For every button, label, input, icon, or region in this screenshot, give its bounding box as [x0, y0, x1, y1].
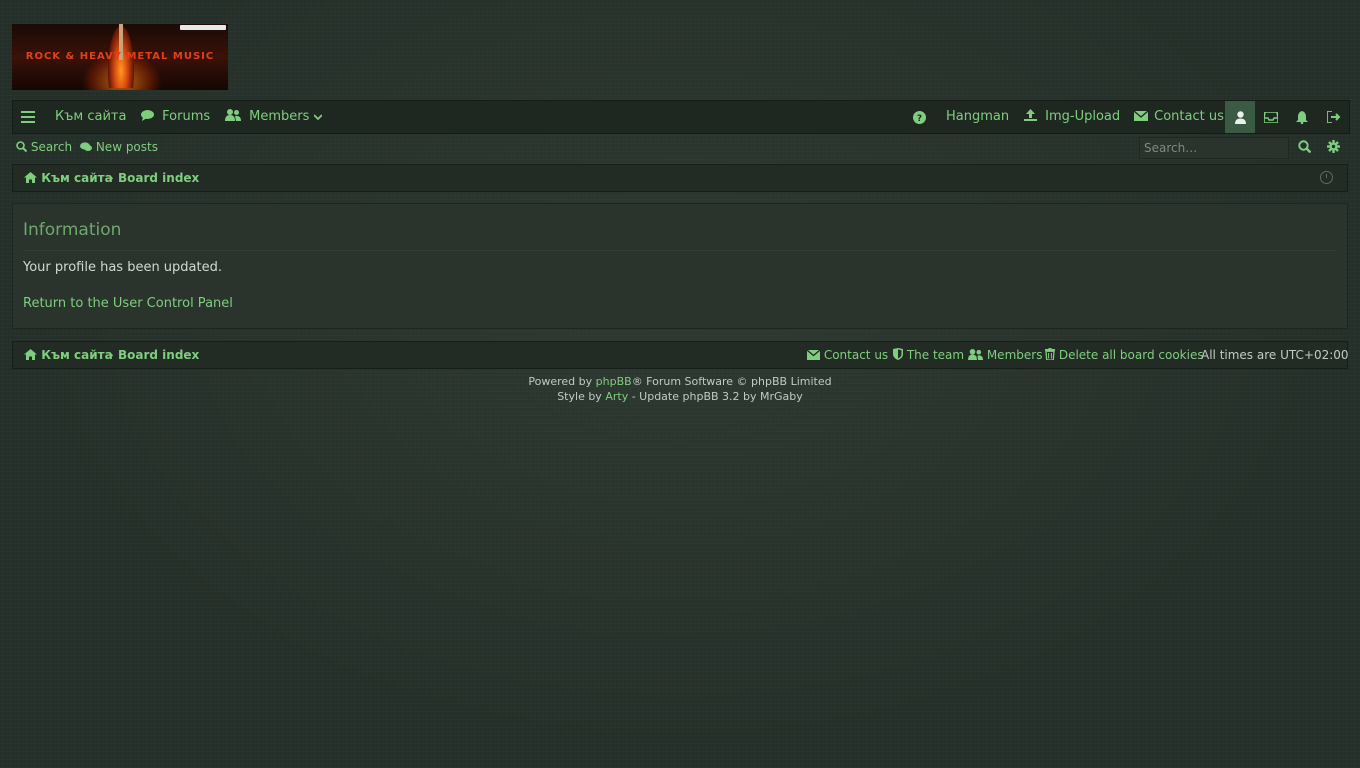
breadcrumb: Към сайта › Board index — [12, 164, 1348, 192]
envelope-icon — [806, 348, 824, 362]
forum-software-text: ® Forum Software © phpBB Limited — [631, 375, 832, 388]
copyright-line-1: Powered by phpBB® Forum Software © phpBB… — [0, 374, 1360, 389]
return-ucp-link[interactable]: Return to the User Control Panel — [23, 296, 233, 311]
delete-cookies-label: Delete all board cookies — [1058, 348, 1204, 362]
information-title: Information — [23, 220, 122, 240]
nav-forums-label: Forums — [162, 109, 211, 124]
nav-img-upload-label: Img-Upload — [1045, 109, 1121, 124]
new-posts-label: New posts — [95, 140, 158, 154]
users-icon — [225, 109, 245, 124]
chevron-down-icon — [312, 109, 323, 124]
nav-site-link[interactable]: Към сайта — [55, 101, 126, 133]
arty-link[interactable]: Arty — [605, 390, 628, 403]
trash-icon — [1045, 348, 1059, 362]
help-icon[interactable]: ? — [904, 101, 934, 133]
nav-hangman-label: Hangman — [946, 109, 1010, 124]
search-icon — [1297, 140, 1311, 154]
logout-icon[interactable] — [1319, 101, 1349, 133]
nav-contact-label: Contact us — [1154, 109, 1224, 124]
footer-breadcrumb-home[interactable]: Към сайта — [24, 342, 113, 368]
clock-icon — [1320, 171, 1333, 184]
footer-contact-label: Contact us — [823, 348, 889, 362]
hamburger-icon[interactable] — [13, 101, 43, 133]
new-posts-link[interactable]: New posts — [80, 135, 158, 160]
nav-forums[interactable]: Forums — [141, 101, 210, 133]
timezone-value: UTC+02:00 — [1280, 348, 1349, 362]
footer-navbar: Към сайта › Board index Contact us The t… — [12, 341, 1349, 369]
footer-team-label: The team — [906, 348, 965, 362]
nav-hangman[interactable]: Hangman — [946, 101, 1009, 133]
advanced-search-button[interactable] — [1326, 135, 1340, 160]
svg-text:?: ? — [916, 114, 921, 124]
comments-icon — [80, 140, 96, 154]
comment-icon — [141, 109, 158, 124]
envelope-icon — [1133, 109, 1152, 124]
nav-members-label: Members — [249, 109, 310, 124]
search-button[interactable] — [1297, 135, 1311, 160]
phpbb-link[interactable]: phpBB — [596, 375, 632, 388]
logo-text: ROCK & HEAVY METAL MUSIC — [25, 51, 215, 62]
users-icon — [968, 348, 987, 362]
timezone-info: All times are UTC+02:00 — [1201, 342, 1349, 368]
footer-members-label: Members — [986, 348, 1043, 362]
nav-members[interactable]: Members — [225, 101, 323, 133]
footer-breadcrumb-home-label: Към сайта — [41, 348, 113, 362]
nav-img-upload[interactable]: Img-Upload — [1024, 101, 1120, 133]
nav-contact[interactable]: Contact us — [1133, 101, 1224, 133]
information-panel: Information Your profile has been update… — [12, 203, 1348, 329]
delete-cookies-link[interactable]: Delete all board cookies — [1045, 342, 1204, 368]
info-message: Your profile has been updated. — [23, 260, 222, 275]
search-link[interactable]: Search — [16, 135, 72, 160]
breadcrumb-board-index[interactable]: Board index — [118, 165, 199, 191]
upload-icon — [1024, 109, 1041, 124]
gear-icon — [1326, 140, 1340, 153]
breadcrumb-home[interactable]: Към сайта — [24, 165, 113, 191]
main-navbar: Към сайта Forums Members ? Hangman Img-U… — [12, 100, 1350, 134]
site-logo[interactable]: ROCK & HEAVY METAL MUSIC — [12, 24, 228, 90]
footer-contact-link[interactable]: Contact us — [806, 342, 889, 368]
update-text: - Update phpBB 3.2 by MrGaby — [631, 390, 803, 403]
user-icon[interactable] — [1225, 101, 1255, 133]
breadcrumb-home-label: Към сайта — [41, 171, 113, 185]
logo-badge — [180, 25, 226, 30]
powered-by-text: Powered by — [528, 375, 593, 388]
divider — [23, 250, 1337, 251]
shield-icon — [893, 348, 907, 362]
nav-site-link-label: Към сайта — [55, 109, 127, 124]
inbox-icon[interactable] — [1256, 101, 1286, 133]
home-icon — [24, 348, 41, 362]
search-input[interactable] — [1139, 137, 1289, 159]
copyright-line-2: Style by Arty - Update phpBB 3.2 by MrGa… — [0, 389, 1360, 404]
breadcrumb-separator: › — [109, 171, 114, 185]
footer-team-link[interactable]: The team — [893, 342, 964, 368]
bell-icon[interactable] — [1287, 101, 1317, 133]
home-icon — [24, 171, 41, 185]
times-label: All times are — [1201, 348, 1277, 362]
search-icon — [16, 140, 31, 154]
quick-links-bar: Search New posts — [12, 135, 1348, 160]
style-by-text: Style by — [557, 390, 602, 403]
footer-breadcrumb-separator: › — [109, 348, 114, 362]
footer-breadcrumb-board-index[interactable]: Board index — [118, 342, 199, 368]
footer-members-link[interactable]: Members — [968, 342, 1042, 368]
search-link-label: Search — [30, 140, 73, 154]
